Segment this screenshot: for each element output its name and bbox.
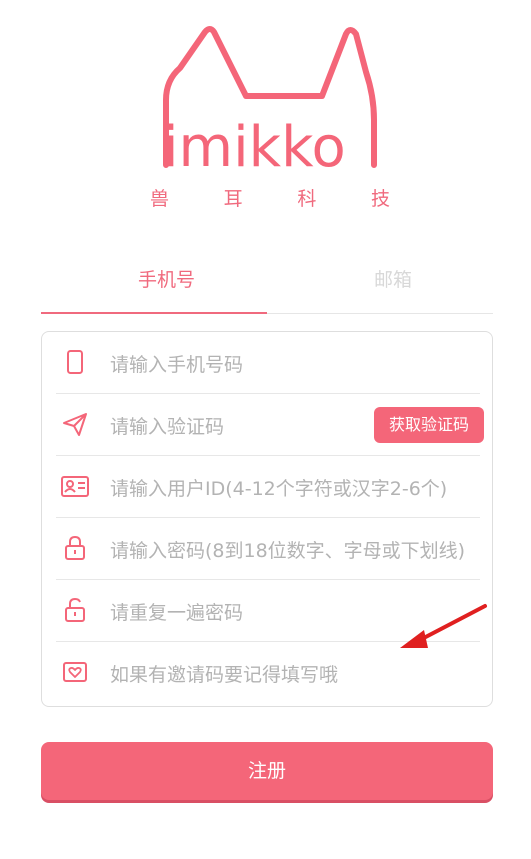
brand-char: 技 xyxy=(370,188,390,210)
id-card-icon xyxy=(60,471,90,501)
register-tabs: 手机号 邮箱 xyxy=(41,255,493,315)
brand-subtitle: 兽 耳 科 技 xyxy=(150,184,390,211)
get-verification-code-button[interactable]: 获取验证码 xyxy=(374,407,484,443)
send-icon xyxy=(60,409,90,439)
verification-code-row[interactable]: 请输入验证码 获取验证码 xyxy=(42,394,492,456)
user-id-input[interactable]: 请输入用户ID(4-12个字符或汉字2-6个) xyxy=(110,474,482,501)
logo-wordmark: imikko xyxy=(163,115,346,180)
lock-icon xyxy=(60,533,90,563)
annotation-arrow-icon xyxy=(400,604,487,648)
register-button[interactable]: 注册 xyxy=(41,742,493,800)
phone-icon xyxy=(60,347,90,377)
brand-char: 科 xyxy=(297,188,317,210)
user-id-row[interactable]: 请输入用户ID(4-12个字符或汉字2-6个) xyxy=(42,456,492,518)
brand-char: 兽 xyxy=(150,188,170,210)
confirm-password-input[interactable]: 请重复一遍密码 xyxy=(110,598,243,625)
invite-code-input[interactable]: 如果有邀请码要记得填写哦 xyxy=(110,660,338,687)
brand-char: 耳 xyxy=(223,188,243,210)
phone-input[interactable]: 请输入手机号码 xyxy=(110,350,243,377)
verification-code-input[interactable]: 请输入验证码 xyxy=(110,412,224,439)
unlock-icon xyxy=(60,595,90,625)
phone-row[interactable]: 请输入手机号码 xyxy=(42,332,492,394)
password-row[interactable]: 请输入密码(8到18位数字、字母或下划线) xyxy=(42,518,492,580)
heart-card-icon xyxy=(60,657,90,687)
password-input[interactable]: 请输入密码(8到18位数字、字母或下划线) xyxy=(110,536,474,563)
tab-email[interactable]: 邮箱 xyxy=(374,265,412,292)
tab-phone[interactable]: 手机号 xyxy=(138,265,195,292)
tab-active-indicator xyxy=(41,312,267,314)
